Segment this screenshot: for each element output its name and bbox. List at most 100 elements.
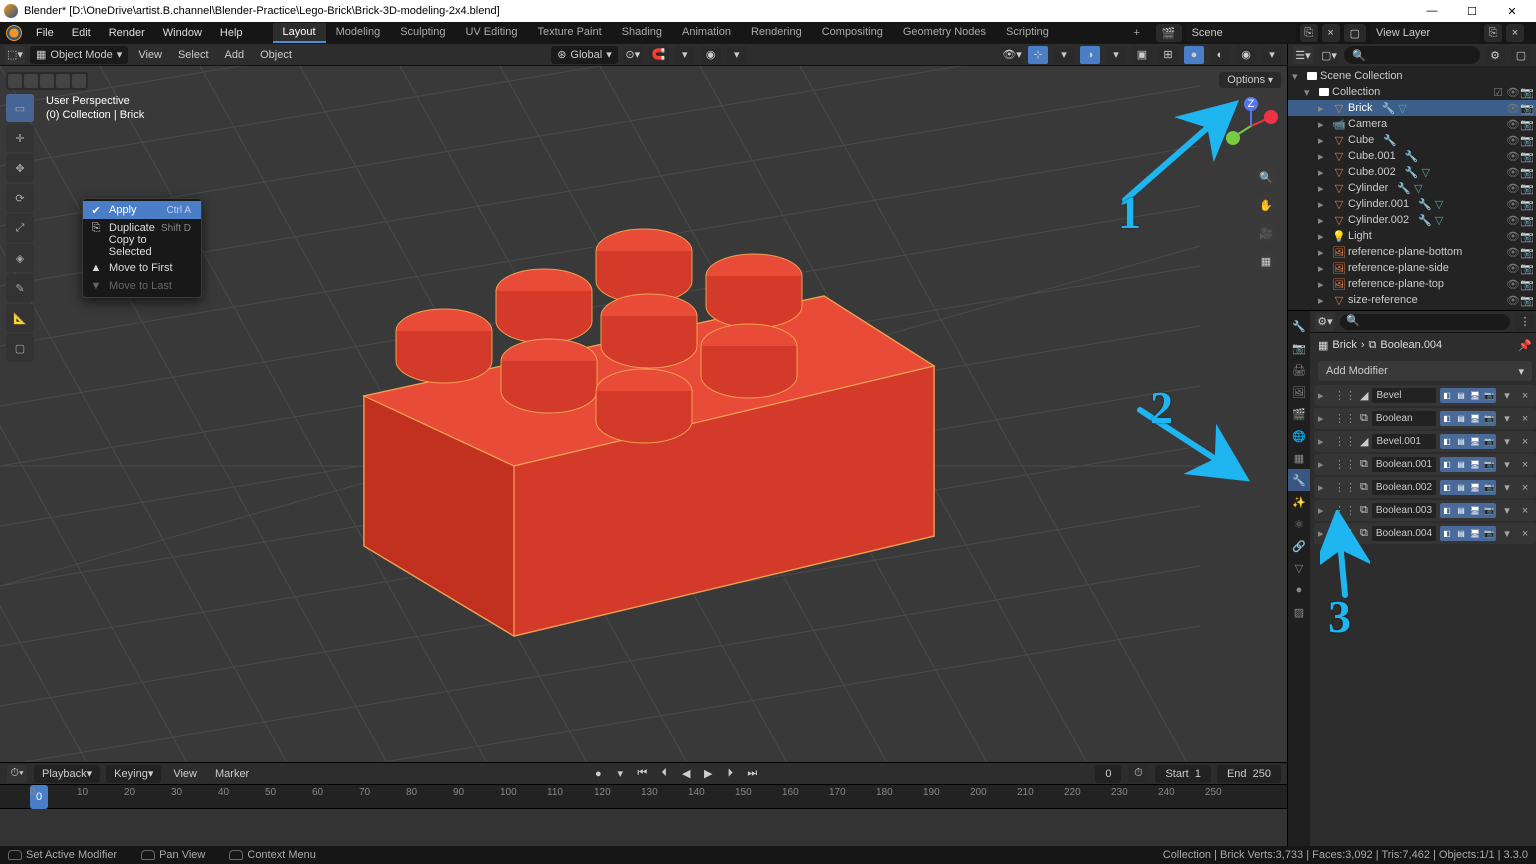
- render-icon[interactable]: 📷: [1482, 388, 1496, 403]
- camera-restrict-icon[interactable]: 📷: [1520, 214, 1532, 227]
- outliner-editor-dropdown[interactable]: ☰▾: [1293, 46, 1313, 64]
- end-frame-field[interactable]: End 250: [1217, 765, 1281, 783]
- outliner-new-collection-button[interactable]: ▢: [1511, 46, 1531, 64]
- realtime-icon[interactable]: 🖥: [1468, 457, 1482, 472]
- modifier-row[interactable]: ▸⋮⋮⧉Boolean.004◧▤🖥📷▾×: [1314, 523, 1536, 544]
- realtime-icon[interactable]: 🖥: [1468, 411, 1482, 426]
- eye-icon[interactable]: 👁: [1506, 134, 1518, 147]
- outliner-tree[interactable]: ▾Scene Collection ▾Collection ☑👁📷 ▸▽Bric…: [1288, 66, 1536, 310]
- shading-dropdown[interactable]: ▾: [1262, 46, 1282, 64]
- camera-restrict-icon[interactable]: 📷: [1520, 134, 1532, 147]
- timeline-ruler[interactable]: 0 01020304050607080901001101201301401501…: [0, 784, 1287, 808]
- start-frame-field[interactable]: Start 1: [1155, 765, 1210, 783]
- editor-type-dropdown[interactable]: ⬚▾: [5, 46, 25, 64]
- breadcrumb[interactable]: ▦Brick › ⧉Boolean.004 📌: [1310, 333, 1536, 357]
- camera-restrict-icon[interactable]: 📷: [1520, 166, 1532, 179]
- tab-material[interactable]: ●: [1288, 579, 1310, 601]
- realtime-icon[interactable]: 🖥: [1468, 526, 1482, 541]
- viewlayer-name-field[interactable]: View Layer: [1370, 24, 1480, 42]
- menu-edit[interactable]: Edit: [64, 25, 99, 41]
- tree-item[interactable]: ▸▽Cylinder🔧 ▽👁📷: [1288, 180, 1536, 196]
- blender-logo-icon[interactable]: [6, 25, 22, 41]
- tab-tool[interactable]: 🔧: [1288, 315, 1310, 337]
- eye-icon[interactable]: 👁: [1506, 198, 1518, 211]
- properties-search[interactable]: 🔍: [1340, 314, 1510, 330]
- edit-mode-icon[interactable]: ▤: [1454, 388, 1468, 403]
- nav-gizmo[interactable]: Z: [1221, 96, 1281, 156]
- camera-restrict-icon[interactable]: 📷: [1520, 278, 1532, 291]
- mode-dropdown[interactable]: ▦Object Mode▾: [30, 46, 128, 64]
- delete-modifier-button[interactable]: ×: [1518, 436, 1532, 448]
- scene-name-field[interactable]: Scene: [1186, 24, 1296, 42]
- eye-icon[interactable]: 👁: [1506, 278, 1518, 291]
- scene-delete-button[interactable]: ×: [1322, 24, 1340, 42]
- pivot-dropdown[interactable]: ⊙▾: [623, 46, 643, 64]
- realtime-icon[interactable]: 🖥: [1468, 503, 1482, 518]
- render-icon[interactable]: 📷: [1482, 526, 1496, 541]
- timeline-track[interactable]: [0, 808, 1287, 846]
- edit-mode-icon[interactable]: ▤: [1454, 434, 1468, 449]
- workspace-tab-layout[interactable]: Layout: [273, 23, 326, 43]
- tool-select-box[interactable]: ▭: [6, 94, 34, 122]
- timeline-view[interactable]: View: [167, 765, 203, 783]
- minimize-button[interactable]: —: [1412, 0, 1452, 22]
- select-invert-icon[interactable]: [56, 74, 70, 88]
- pan-icon[interactable]: ✋: [1255, 194, 1277, 216]
- delete-modifier-button[interactable]: ×: [1518, 505, 1532, 517]
- pin-icon[interactable]: 📌: [1518, 339, 1532, 352]
- persp-ortho-icon[interactable]: ▦: [1255, 250, 1277, 272]
- on-cage-icon[interactable]: ◧: [1440, 480, 1454, 495]
- expand-icon[interactable]: ▸: [1318, 481, 1330, 494]
- orientation-dropdown[interactable]: ⊛Global▾: [551, 46, 618, 64]
- workspace-tab-uv-editing[interactable]: UV Editing: [455, 23, 527, 43]
- tree-item[interactable]: ▸📹Camera👁📷: [1288, 116, 1536, 132]
- workspace-add-button[interactable]: +: [1125, 24, 1147, 42]
- camera-restrict-icon[interactable]: 📷: [1520, 198, 1532, 211]
- timeline-editor-dropdown[interactable]: ⏱▾: [7, 765, 27, 783]
- modifier-row[interactable]: ▸⋮⋮◢Bevel◧▤🖥📷▾×: [1314, 385, 1536, 406]
- modifier-row[interactable]: ▸⋮⋮⧉Boolean◧▤🖥📷▾×: [1314, 408, 1536, 429]
- tree-item[interactable]: ▸🖼reference-plane-side👁📷: [1288, 260, 1536, 276]
- eye-icon[interactable]: 👁: [1506, 150, 1518, 163]
- eye-icon[interactable]: 👁: [1506, 214, 1518, 227]
- tool-scale[interactable]: ⤢: [6, 214, 34, 242]
- drag-handle-icon[interactable]: ⋮⋮: [1334, 481, 1356, 494]
- preview-range-toggle[interactable]: ⏱: [1128, 765, 1148, 783]
- tab-output[interactable]: 🖨: [1288, 359, 1310, 381]
- camera-restrict-icon[interactable]: 📷: [1520, 246, 1532, 259]
- tool-cursor[interactable]: ✛: [6, 124, 34, 152]
- camera-restrict-icon[interactable]: 📷: [1520, 118, 1532, 131]
- tool-annotate[interactable]: ✎: [6, 274, 34, 302]
- shading-rendered-icon[interactable]: ◉: [1236, 46, 1256, 64]
- tool-measure[interactable]: 📐: [6, 304, 34, 332]
- proportional-dropdown[interactable]: ▾: [727, 46, 747, 64]
- keyframe-next-icon[interactable]: ⏵: [720, 765, 740, 783]
- tree-item[interactable]: ▸▽Cylinder.002🔧 ▽👁📷: [1288, 212, 1536, 228]
- eye-icon[interactable]: 👁: [1506, 262, 1518, 275]
- tab-constraints[interactable]: 🔗: [1288, 535, 1310, 557]
- workspace-tab-geometry-nodes[interactable]: Geometry Nodes: [893, 23, 996, 43]
- eye-icon[interactable]: 👁: [1506, 230, 1518, 243]
- on-cage-icon[interactable]: ◧: [1440, 503, 1454, 518]
- tab-particles[interactable]: ✨: [1288, 491, 1310, 513]
- eye-icon[interactable]: 👁: [1506, 246, 1518, 259]
- eye-icon[interactable]: 👁: [1506, 118, 1518, 131]
- tool-move[interactable]: ✥: [6, 154, 34, 182]
- modifier-menu-button[interactable]: ▾: [1500, 458, 1514, 471]
- render-icon[interactable]: 📷: [1482, 411, 1496, 426]
- add-modifier-dropdown[interactable]: Add Modifier▾: [1318, 361, 1532, 381]
- drag-handle-icon[interactable]: ⋮⋮: [1334, 504, 1356, 517]
- eye-icon[interactable]: 👁: [1506, 294, 1518, 307]
- snap-toggle[interactable]: 🧲: [649, 46, 669, 64]
- render-icon[interactable]: 📷: [1482, 457, 1496, 472]
- playback-dropdown[interactable]: Playback ▾: [34, 765, 100, 783]
- workspace-tab-modeling[interactable]: Modeling: [326, 23, 391, 43]
- camera-restrict-icon[interactable]: 📷: [1520, 150, 1532, 163]
- tab-viewlayer[interactable]: 🖼: [1288, 381, 1310, 403]
- camera-restrict-icon[interactable]: 📷: [1520, 182, 1532, 195]
- modifier-menu-button[interactable]: ▾: [1500, 412, 1514, 425]
- drag-handle-icon[interactable]: ⋮⋮: [1334, 458, 1356, 471]
- outliner-search[interactable]: 🔍: [1344, 46, 1480, 64]
- tab-object[interactable]: ▦: [1288, 447, 1310, 469]
- jump-start-icon[interactable]: ⏮: [632, 765, 652, 783]
